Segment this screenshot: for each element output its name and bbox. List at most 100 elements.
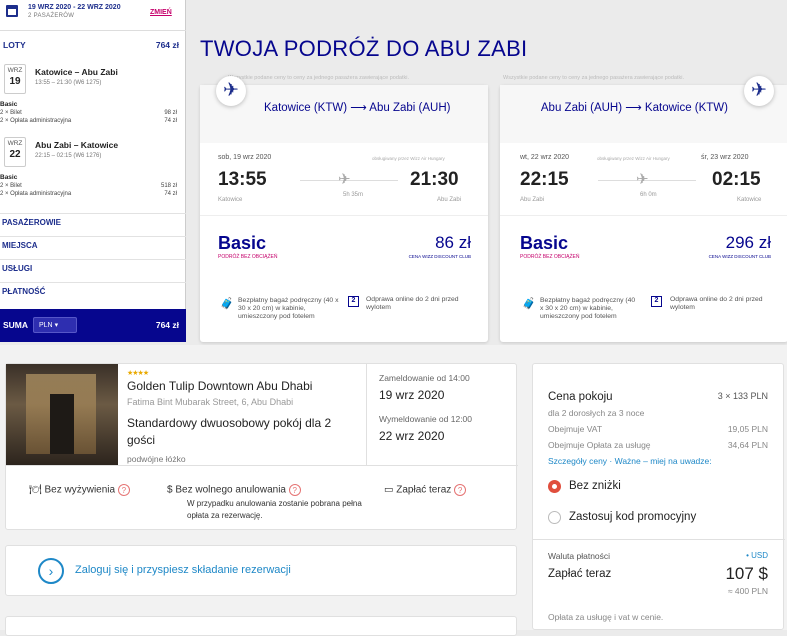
outbound-flight-card: ✈ Katowice (KTW) ⟶ Abu Zabi (AUH) sob, 1… (200, 76, 488, 342)
divider (200, 215, 488, 216)
trip-dates: 19 WRZ 2020 - 22 WRZ 2020 (28, 4, 121, 11)
booking-sidebar: 19 WRZ 2020 - 22 WRZ 2020 2 PASAŻERÓW ZM… (0, 0, 186, 342)
currency-select[interactable]: PLN ▾ (33, 317, 77, 333)
flights-section[interactable]: LOTY 764 zł (0, 30, 186, 54)
hotel-photo-door (50, 394, 74, 454)
bed-type: podwójne łóżko (127, 454, 186, 464)
login-link[interactable]: Zaloguj się i przyspiesz składanie rezer… (75, 564, 291, 576)
hotel-name[interactable]: Golden Tulip Downtown Abu Dhabi (127, 379, 312, 393)
total-label: SUMA (3, 320, 29, 330)
inbound-fare-price: 296 zł (725, 233, 771, 252)
flights-label: LOTY (3, 40, 26, 50)
price-details-link[interactable]: Szczegóły ceny · Ważne – miej na uwadze: (548, 456, 712, 466)
outbound-fee: 2 × Opłata administracyjna (0, 118, 72, 124)
inbound-fare-name: Basic (520, 233, 569, 253)
outbound-date-box: WRZ 19 (4, 64, 26, 94)
outbound-route: Katowice – Abu Zabi (35, 67, 118, 77)
sidebar-item-passengers[interactable]: PASAŻEROWIE (0, 213, 186, 231)
currency-label: Waluta płatności (548, 551, 611, 561)
cancel-description: W przypadku anulowania zostanie pobrana … (187, 499, 362, 520)
outbound-arr-time: 21:30 (410, 169, 459, 190)
inbound-day: 22 (9, 149, 21, 160)
outbound-day: 19 (9, 76, 21, 87)
inbound-ticket-price: 518 zł (160, 183, 177, 189)
hotel-card: ★★★★ Golden Tulip Downtown Abu Dhabi Fat… (5, 363, 518, 530)
price-footer: Opłata za usługę i vat w cenie. (548, 612, 664, 622)
outbound-ticket-price: 98 zł (164, 110, 177, 116)
chevron-right-icon: › (38, 558, 64, 584)
plane-icon: ✈ (636, 171, 649, 188)
outbound-fare-sub: PODRÓŻ BEZ OBCIĄŻEŃ (218, 254, 278, 260)
outbound-fare-name: Basic (218, 233, 267, 253)
pay-label: Zapłać teraz (396, 484, 452, 496)
no-discount-radio[interactable] (548, 480, 561, 493)
next-card (5, 616, 517, 636)
currency-value[interactable]: • USD (746, 551, 768, 560)
vat-value: 19,05 PLN (727, 424, 768, 434)
inbound-perk-bag: Bezpłatny bagaż podręczny (40 x 30 x 20 … (540, 297, 636, 320)
inbound-fee: 2 × Opłata administracyjna (0, 191, 72, 197)
calendar-icon (6, 5, 18, 17)
outbound-time: 13:55 – 21:30 (W6 1275) (35, 80, 102, 86)
passenger-count: 2 PASAŻERÓW (28, 13, 75, 19)
pay-now-label: Zapłać teraz (548, 568, 612, 580)
vat-label: Obejmuje VAT (548, 424, 603, 434)
price-note-inbound: Wszystkie podane ceny to ceny za jednego… (503, 75, 684, 81)
pay-option: ▭ Zapłać teraz ? (384, 484, 467, 496)
inbound-time: 22:15 – 02:15 (W6 1276) (35, 153, 102, 159)
hotel-stars: ★★★★ (127, 370, 149, 377)
inbound-club: CENA WIZZ DISCOUNT CLUB (708, 254, 771, 259)
help-icon[interactable]: ? (117, 484, 130, 496)
cutlery-icon: 🍽 (29, 484, 42, 496)
inbound-to: Katowice (737, 197, 762, 203)
cancel-label: Bez wolnego anulowania (175, 484, 286, 496)
currency-value: PLN (39, 322, 53, 329)
no-discount-label[interactable]: Bez zniżki (569, 480, 621, 492)
help-icon[interactable]: ? (454, 484, 467, 496)
inbound-operator: obsługiwany przez Wizz Air Hungary (597, 156, 670, 161)
checkin-date: 19 wrz 2020 (379, 388, 445, 402)
calendar-icon: 2 (651, 296, 662, 307)
inbound-arr-date: śr, 23 wrz 2020 (701, 154, 749, 161)
sidebar-item-seats[interactable]: MIEJSCA (0, 236, 186, 254)
hotel-photo (6, 364, 118, 465)
outbound-perk-bag: Bezpłatny bagaż podręczny (40 x 30 x 20 … (238, 297, 339, 320)
sidebar-item-services[interactable]: USŁUGI (0, 259, 186, 277)
hotel-address: Fatima Bint Mubarak Street, 6, Abu Dhabi (127, 397, 294, 407)
outbound-ticket: 2 × Bilet (0, 110, 22, 116)
change-link[interactable]: ZMIEŃ (150, 9, 172, 16)
outbound-month: WRZ (7, 67, 23, 74)
sidebar-item-payment[interactable]: PŁATNOŚĆ (0, 282, 186, 300)
flights-price: 764 zł (155, 40, 179, 50)
login-banner[interactable]: › Zaloguj się i przyspiesz składanie rez… (5, 545, 517, 596)
divider (500, 215, 787, 216)
outbound-fare-price: 86 zł (435, 233, 471, 252)
inbound-flight-card: ✈ Abu Zabi (AUH) ⟶ Katowice (KTW) wt, 22… (500, 76, 787, 342)
promo-code-radio[interactable] (548, 511, 561, 524)
outbound-club: CENA WIZZ DISCOUNT CLUB (408, 254, 471, 259)
plane-icon: ✈ (338, 171, 351, 188)
help-icon[interactable]: ? (288, 484, 301, 496)
inbound-from: Abu Zabi (520, 197, 545, 203)
outbound-fee-price: 74 zł (164, 118, 177, 124)
outbound-dep-time: 13:55 (218, 169, 267, 190)
outbound-fare: Basic (0, 101, 18, 108)
card-icon: ▭ (384, 484, 394, 496)
inbound-duration: 6h 0m (640, 192, 657, 198)
plane-icon: ✈ (744, 76, 774, 106)
pay-now-value: 107 $ (725, 564, 768, 583)
price-note-outbound: Wszystkie podane ceny to ceny za jednego… (228, 75, 409, 81)
inbound-route: Abu Zabi – Katowice (35, 140, 119, 150)
meal-label: Bez wyżywienia (44, 484, 116, 496)
promo-code-label[interactable]: Zastosuj kod promocyjny (569, 511, 696, 523)
checkin-label: Zameldowanie od 14:00 (379, 373, 470, 383)
outbound-operator: obsługiwany przez Wizz Air Hungary (372, 156, 445, 161)
outbound-from: Katowice (218, 197, 243, 203)
inbound-perk-checkin: Odprawa online do 2 dni przed wylotem (670, 296, 763, 311)
inbound-card-route: Abu Zabi (AUH) ⟶ Katowice (KTW) (540, 102, 728, 114)
bag-icon: 🧳 (522, 298, 536, 310)
inbound-arr-time: 02:15 (712, 169, 761, 190)
room-price-value: 3 × 133 PLN (717, 391, 768, 401)
fee-value: 34,64 PLN (727, 440, 768, 450)
inbound-ticket: 2 × Bilet (0, 183, 22, 189)
